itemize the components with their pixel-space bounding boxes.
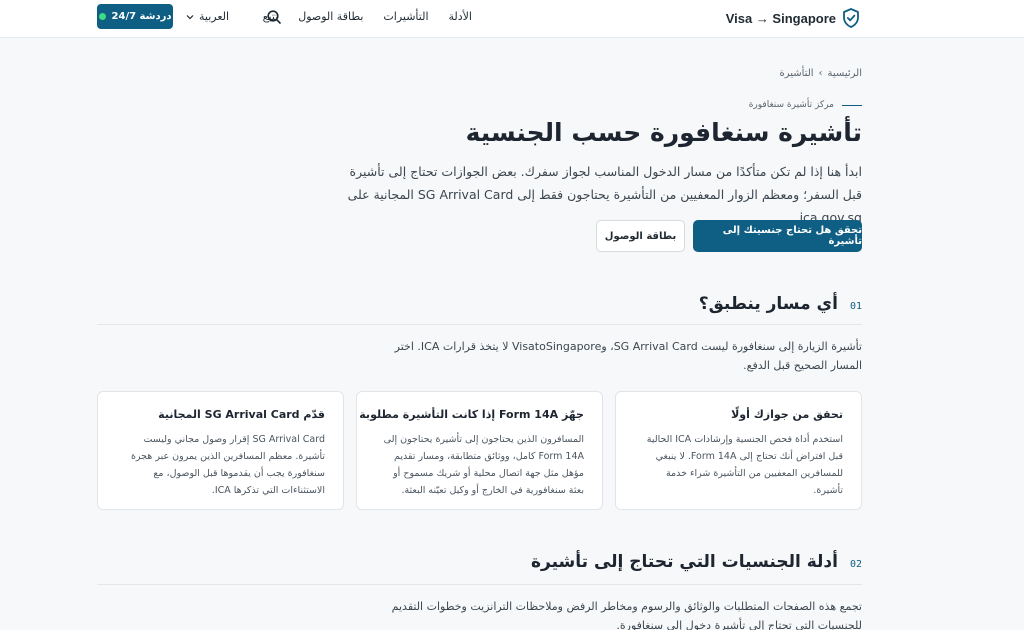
card-check-passport: تحقق من جوازك أولًا استخدم أداة فحص الجن… — [615, 391, 862, 510]
nav-visas[interactable]: التأشيرات — [383, 10, 428, 23]
chat-label: دردشة 24/7 — [111, 11, 172, 22]
section-2-number: 02 — [849, 559, 862, 570]
check-visa-button[interactable]: تحقق هل تحتاج جنسيتك إلى تأشيرة — [693, 220, 862, 252]
top-navigation-bar: Visa → Singapore الأدلة التأشيرات بطاقة … — [0, 0, 1024, 38]
shield-check-icon — [843, 8, 859, 28]
card-title: جهّز Form 14A إذا كانت التأشيرة مطلوبة — [359, 408, 584, 421]
arrival-card-button[interactable]: بطاقة الوصول — [596, 220, 685, 252]
section-1-number: 01 — [849, 301, 862, 312]
brand-name: Visa → Singapore — [725, 10, 836, 26]
card-arrival-card: قدّم SG Arrival Card المجانية SG Arrival… — [97, 391, 344, 510]
chat-button[interactable]: دردشة 24/7 — [97, 4, 173, 29]
hero-lead-text: ابدأ هنا إذا لم تكن متأكدًا من مسار الدخ… — [347, 164, 862, 225]
section-1-title: أي مسار ينطبق؟ — [698, 294, 838, 314]
card-body: استخدم أداة فحص الجنسية وإرشادات ICA الح… — [646, 434, 843, 496]
nav-guides[interactable]: الأدلة — [449, 10, 472, 23]
search-icon[interactable] — [266, 9, 282, 25]
card-body: SG Arrival Card إقرار وصول مجاني وليست ت… — [130, 434, 325, 496]
main-nav: الأدلة التأشيرات بطاقة الوصول تتبع — [263, 10, 472, 23]
brand-logo[interactable]: Visa → Singapore — [726, 7, 860, 29]
card-prepare-form: جهّز Form 14A إذا كانت التأشيرة مطلوبة ا… — [356, 391, 603, 510]
eyebrow-text: مركز تأشيرة سنغافورة — [748, 100, 834, 110]
language-label: العربية — [199, 10, 230, 23]
eyebrow-line — [842, 104, 862, 106]
breadcrumb-separator: › — [818, 68, 823, 79]
breadcrumb-home[interactable]: الرئيسية — [828, 68, 862, 79]
section-2-heading: 02 أدلة الجنسيات التي تحتاج إلى تأشيرة — [531, 552, 862, 572]
card-title: قدّم SG Arrival Card المجانية — [158, 408, 325, 421]
breadcrumb-current: التأشيرة — [779, 68, 814, 79]
eyebrow: مركز تأشيرة سنغافورة — [749, 100, 862, 110]
page-title: تأشيرة سنغافورة حسب الجنسية — [465, 118, 862, 147]
section-2-text: تجمع هذه الصفحات المتطلبات والوثائق والر… — [391, 600, 862, 630]
nav-arrival-card[interactable]: بطاقة الوصول — [298, 10, 363, 23]
card-title: تحقق من جوازك أولًا — [731, 408, 843, 421]
online-status-dot — [98, 13, 106, 20]
section-2-title: أدلة الجنسيات التي تحتاج إلى تأشيرة — [531, 552, 838, 572]
section-1-heading: 01 أي مسار ينطبق؟ — [699, 294, 862, 314]
chevron-down-icon — [186, 14, 194, 19]
breadcrumb: الرئيسية › التأشيرة — [780, 68, 863, 79]
section-divider — [97, 584, 862, 585]
language-selector[interactable]: العربية — [186, 10, 229, 23]
card-body: المسافرون الذين يحتاجون إلى تأشيرة يحتاج… — [383, 434, 584, 496]
section-divider — [97, 324, 862, 325]
section-1-text: تأشيرة الزيارة إلى سنغافورة ليست SG Arri… — [394, 340, 862, 372]
